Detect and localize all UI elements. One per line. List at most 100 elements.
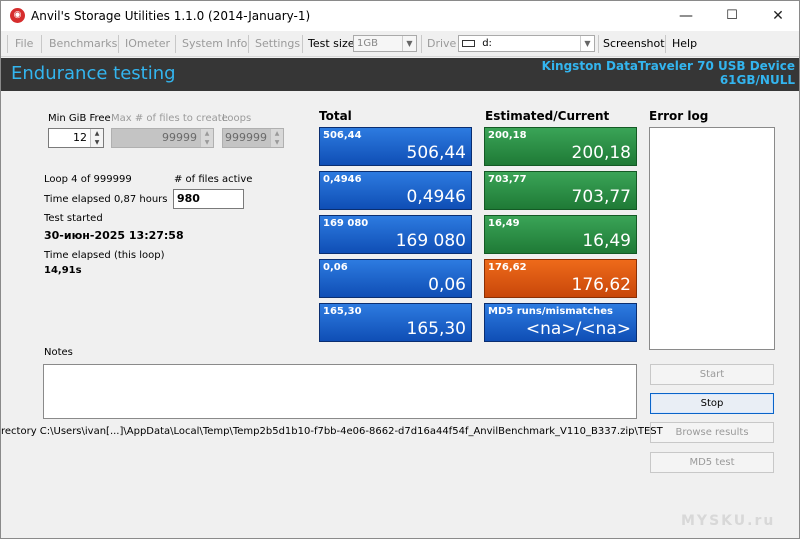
tile-small-value: 703,77 <box>488 174 527 185</box>
tile-big-value: 703,77 <box>571 187 631 207</box>
error-log-header: Error log <box>649 109 709 123</box>
tile-big-value: 0,4946 <box>406 187 466 207</box>
total-tile-1: 506,44 506,44 <box>319 127 472 166</box>
menu-system-info[interactable]: System Info <box>182 37 247 50</box>
menu-separator <box>118 35 119 53</box>
total-column-header: Total <box>319 109 352 123</box>
menu-bar: File Benchmarks IOmeter System Info Sett… <box>1 31 799 57</box>
tile-small-value: 165,30 <box>323 306 362 317</box>
tile-small-value: 0,4946 <box>323 174 362 185</box>
tile-big-value: 165,30 <box>406 319 466 339</box>
drive-icon <box>462 39 475 47</box>
maximize-button[interactable]: ☐ <box>709 1 755 31</box>
loop-status: Loop 4 of 999999 <box>44 174 132 185</box>
total-tile-3: 169 080 169 080 <box>319 215 472 254</box>
error-log-box[interactable] <box>649 127 775 350</box>
estimated-tile-4: 176,62 176,62 <box>484 259 637 298</box>
menu-separator <box>665 35 666 53</box>
menu-iometer[interactable]: IOmeter <box>125 37 170 50</box>
tile-big-value: 16,49 <box>582 231 631 251</box>
device-name: Kingston DataTraveler 70 USB Device <box>541 59 795 73</box>
device-size: 61GB/NULL <box>719 73 795 87</box>
spin-arrows-icon[interactable]: ▲ ▼ <box>200 129 213 147</box>
estimated-tile-3: 16,49 16,49 <box>484 215 637 254</box>
tile-small-value: 200,18 <box>488 130 527 141</box>
menu-separator <box>41 35 42 53</box>
total-tile-2: 0,4946 0,4946 <box>319 171 472 210</box>
watermark-logo: MYSKU.ru <box>681 513 776 529</box>
menu-separator <box>421 35 422 53</box>
menu-file[interactable]: File <box>15 37 33 50</box>
status-line: rectory C:\Users\ivan[...]\AppData\Local… <box>1 426 663 437</box>
tile-big-value: 506,44 <box>406 143 466 163</box>
time-elapsed: Time elapsed 0,87 hours <box>44 194 168 205</box>
test-size-label: Test size <box>308 37 355 50</box>
menu-separator <box>7 35 8 53</box>
window-title: Anvil's Storage Utilities 1.1.0 (2014-Ja… <box>31 9 311 23</box>
app-window: ◉ Anvil's Storage Utilities 1.1.0 (2014-… <box>0 0 800 539</box>
tile-big-value: <na>/<na> <box>525 319 631 339</box>
menu-separator <box>175 35 176 53</box>
tile-small-value: 506,44 <box>323 130 362 141</box>
estimated-tile-1: 200,18 200,18 <box>484 127 637 166</box>
stop-button[interactable]: Stop <box>650 393 774 414</box>
min-gib-free-label: Min GiB Free <box>48 113 111 124</box>
menu-separator <box>598 35 599 53</box>
estimated-tile-2: 703,77 703,77 <box>484 171 637 210</box>
tile-big-value: 0,06 <box>428 275 466 295</box>
tile-big-value: 169 080 <box>395 231 466 251</box>
tile-small-value: 16,49 <box>488 218 520 229</box>
minimize-button[interactable]: — <box>663 1 709 31</box>
max-files-label: Max # of files to create <box>111 113 228 124</box>
max-files-value: 99999 <box>162 131 197 144</box>
page-title: Endurance testing <box>11 63 176 84</box>
max-files-input[interactable]: 99999 ▲ ▼ <box>111 128 214 148</box>
page-header: Endurance testing Kingston DataTraveler … <box>1 58 799 91</box>
files-active-field[interactable]: 980 <box>173 189 244 209</box>
menu-separator <box>302 35 303 53</box>
min-gib-free-input[interactable]: 12 ▲ ▼ <box>48 128 104 148</box>
chevron-down-icon: ▼ <box>402 36 416 51</box>
test-size-select[interactable]: 1GB ▼ <box>353 35 417 52</box>
menu-settings[interactable]: Settings <box>255 37 300 50</box>
menu-separator <box>248 35 249 53</box>
start-button[interactable]: Start <box>650 364 774 385</box>
close-button[interactable]: ✕ <box>755 1 799 31</box>
drive-label: Drive <box>427 37 457 50</box>
title-bar: ◉ Anvil's Storage Utilities 1.1.0 (2014-… <box>1 1 799 31</box>
test-started-label: Test started <box>44 213 103 224</box>
files-active-label: # of files active <box>174 174 253 185</box>
tile-small-value: 0,06 <box>323 262 348 273</box>
loops-label: Loops <box>222 113 252 124</box>
total-tile-5: 165,30 165,30 <box>319 303 472 342</box>
tile-big-value: 200,18 <box>571 143 631 163</box>
test-size-value: 1GB <box>357 38 378 49</box>
files-active-value: 980 <box>177 192 200 205</box>
loops-input[interactable]: 999999 ▲ ▼ <box>222 128 284 148</box>
tile-big-value: 176,62 <box>571 275 631 295</box>
loops-value: 999999 <box>225 131 267 144</box>
tile-small-value: 169 080 <box>323 218 369 229</box>
time-elapsed-loop-label: Time elapsed (this loop) <box>44 250 165 261</box>
drive-value: d: <box>482 38 492 49</box>
min-gib-free-value: 12 <box>73 131 87 144</box>
tile-small-value: 176,62 <box>488 262 527 273</box>
tile-small-value: MD5 runs/mismatches <box>488 306 613 317</box>
drive-select[interactable]: d: ▼ <box>458 35 595 52</box>
estimated-column-header: Estimated/Current <box>485 109 610 123</box>
menu-screenshot[interactable]: Screenshot <box>603 37 665 50</box>
spin-arrows-icon[interactable]: ▲ ▼ <box>270 129 283 147</box>
test-started-value: 30-июн-2025 13:27:58 <box>44 229 184 242</box>
chevron-down-icon: ▼ <box>580 36 594 51</box>
menu-benchmarks[interactable]: Benchmarks <box>49 37 117 50</box>
total-tile-4: 0,06 0,06 <box>319 259 472 298</box>
md5-tile: MD5 runs/mismatches <na>/<na> <box>484 303 637 342</box>
notes-label: Notes <box>44 347 73 358</box>
browse-results-button[interactable]: Browse results <box>650 422 774 443</box>
time-elapsed-loop-value: 14,91s <box>44 265 82 276</box>
md5-test-button[interactable]: MD5 test <box>650 452 774 473</box>
app-logo-icon: ◉ <box>10 8 25 23</box>
notes-textarea[interactable] <box>43 364 637 419</box>
spin-arrows-icon[interactable]: ▲ ▼ <box>90 129 103 147</box>
menu-help[interactable]: Help <box>672 37 697 50</box>
